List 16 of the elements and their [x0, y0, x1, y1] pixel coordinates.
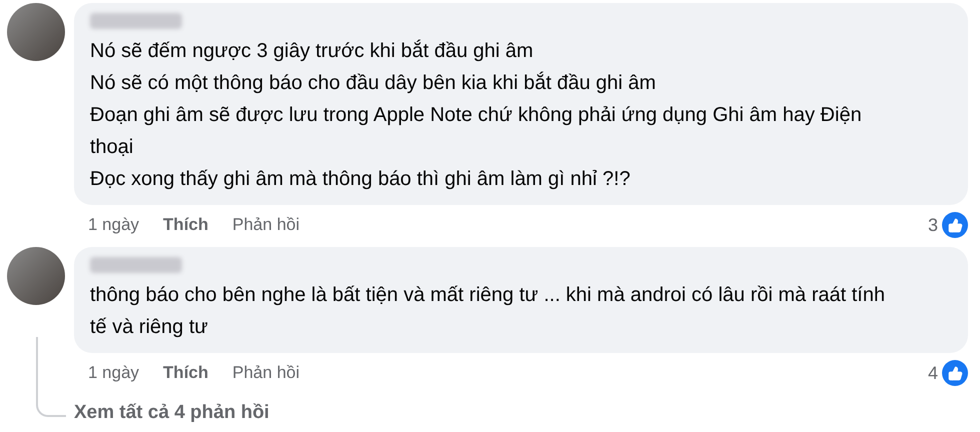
view-replies-link[interactable]: Xem tất cả 4 phản hồi [74, 398, 270, 427]
timestamp[interactable]: 1 ngày [88, 360, 140, 386]
reaction-count: 4 [928, 362, 938, 384]
comment-text: Nó sẽ có một thông báo cho đầu dây bên kia khi bắt đầu ghi âm [90, 70, 657, 96]
comment-text: Đọc xong thấy ghi âm mà thông báo thì ghi âm làm gì nhỉ ?!? [90, 167, 632, 192]
comment-text: Đoạn ghi âm sẽ được lưu trong Apple Note chứ không phải ứng dụng Ghi âm hay Điện thoại [90, 103, 863, 160]
thumbs-up-icon[interactable] [942, 360, 968, 386]
thumbs-up-icon[interactable] [942, 212, 968, 238]
reply-link[interactable]: Phản hồi [232, 212, 300, 238]
timestamp[interactable]: 1 ngày [88, 212, 140, 238]
like-link[interactable]: Thích [163, 360, 208, 386]
like-link[interactable]: Thích [163, 212, 208, 238]
comment-text: Nó sẽ đếm ngược 3 giây trước khi bắt đầu ghi âm [90, 38, 534, 64]
reaction-count: 3 [928, 214, 938, 236]
reply-link[interactable]: Phản hồi [232, 360, 300, 386]
comment-text: thông báo cho bên nghe là bất tiện và mất riêng tư ... khi mà androi có lâu rồi mà raát tính tế và riêng tư [90, 283, 886, 340]
